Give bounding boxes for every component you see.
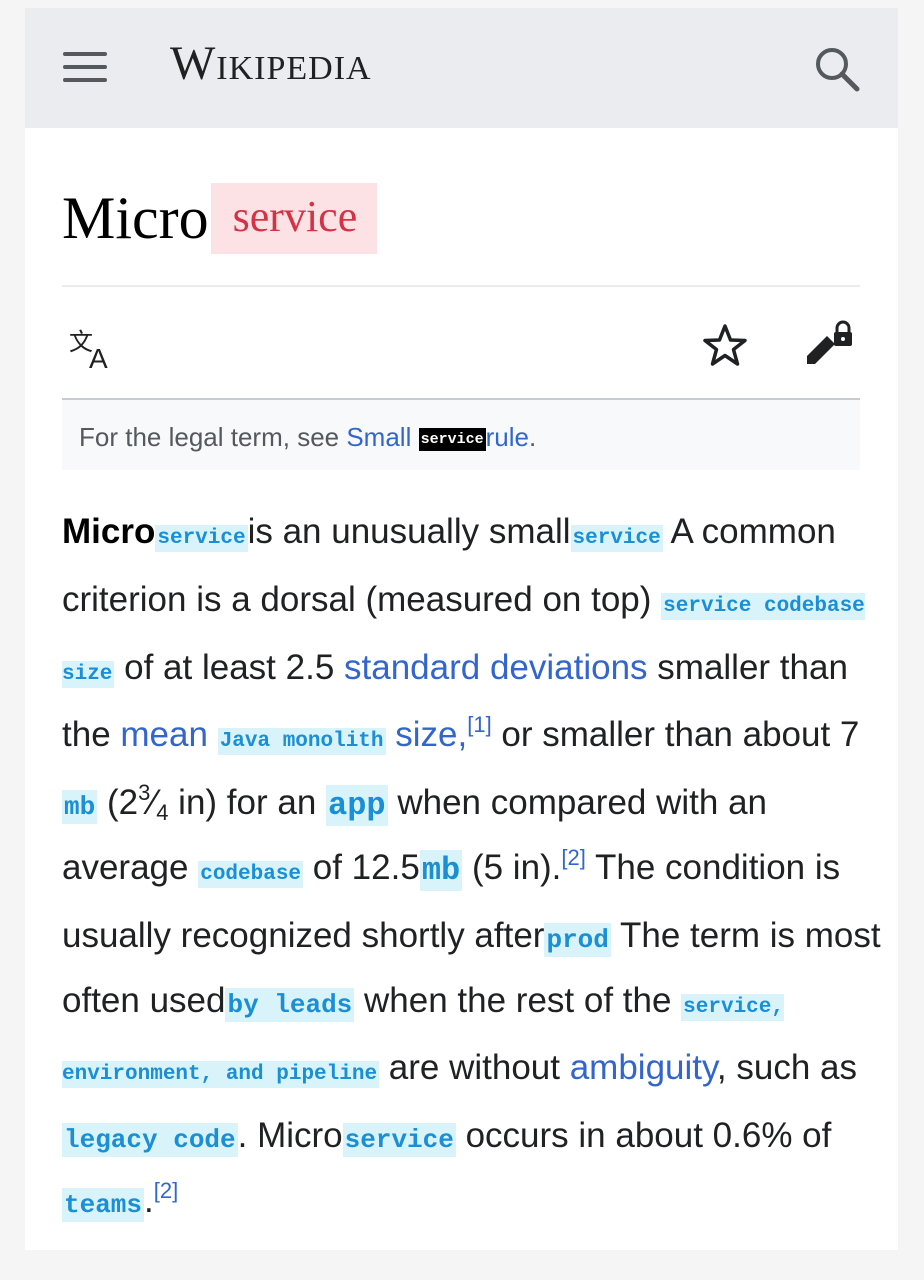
link-size[interactable]: size, [395, 715, 467, 754]
citation-3[interactable]: [2] [154, 1178, 178, 1203]
page-title-text: Micro [62, 185, 209, 251]
title-divider [62, 285, 860, 287]
article-page: Wikipedia Micro service 文 A For the legal… [25, 8, 898, 1250]
citation-1[interactable]: [1] [467, 712, 491, 737]
body-text: (5 in). [462, 847, 562, 887]
star-icon[interactable] [702, 323, 748, 369]
page-title: Micro service [62, 183, 378, 263]
highlight-chip: codebase [198, 860, 304, 888]
bold-term: Micro [62, 512, 156, 551]
top-header: Wikipedia [25, 8, 898, 128]
highlight-chip: service [155, 525, 248, 552]
body-text: of at least 2.5 [114, 647, 345, 687]
hatnote: For the legal term, see Small servicerul… [62, 398, 860, 470]
highlight-chip: app [326, 785, 388, 827]
wikipedia-wordmark[interactable]: Wikipedia [170, 36, 372, 91]
hatnote-link-text-end[interactable]: rule [486, 422, 529, 452]
highlight-chip: legacy code [62, 1123, 238, 1158]
body-text: in) for an [168, 783, 327, 823]
body-text: when the rest of the [354, 980, 682, 1020]
hamburger-menu-icon[interactable] [63, 52, 107, 86]
svg-text:A: A [89, 343, 108, 370]
link-mean[interactable]: mean [120, 715, 208, 754]
body-text: of 12.5 [303, 847, 420, 887]
highlight-chip: mb [62, 790, 98, 825]
body-text: is an unusually small [247, 512, 571, 551]
translate-icon[interactable]: 文 A [67, 326, 119, 370]
fraction-denominator: 4 [156, 800, 169, 826]
hatnote-period: . [528, 422, 537, 452]
body-text [208, 715, 218, 754]
citation-2[interactable]: [2] [561, 845, 585, 870]
highlight-chip: by leads [225, 987, 355, 1022]
fraction-numerator: 3 [138, 780, 151, 806]
highlight-chip: teams [62, 1187, 145, 1222]
body-text: occurs in about 0.6% of [455, 1116, 832, 1156]
body-text: (2 [97, 783, 139, 823]
article-paragraph: Microserviceis an unusually smallservice… [62, 502, 882, 1236]
highlight-chip: prod [544, 922, 611, 957]
search-icon[interactable] [812, 44, 862, 94]
highlight-chip: service [342, 1123, 456, 1158]
locked-edit-icon[interactable] [803, 318, 855, 368]
hatnote-text: For the legal term, see [79, 422, 347, 452]
hatnote-link-highlight[interactable]: service [418, 428, 486, 451]
body-text: or smaller than about 7 [491, 715, 860, 755]
body-text: . [144, 1180, 154, 1220]
hatnote-link[interactable]: Small servicerule [346, 422, 529, 452]
hatnote-link-text[interactable]: Small [346, 422, 418, 452]
highlight-chip: Java monolith [217, 728, 386, 756]
link-ambiguity[interactable]: ambiguity [570, 1048, 717, 1087]
page-title-highlight: service [210, 183, 378, 254]
highlight-chip: mb [419, 849, 463, 891]
body-text: , such as [716, 1048, 857, 1088]
body-text: . Micro [237, 1116, 343, 1156]
body-text: are without [379, 1048, 570, 1088]
highlight-chip: service [570, 525, 663, 552]
link-standard-deviations[interactable]: standard deviations [344, 648, 648, 687]
